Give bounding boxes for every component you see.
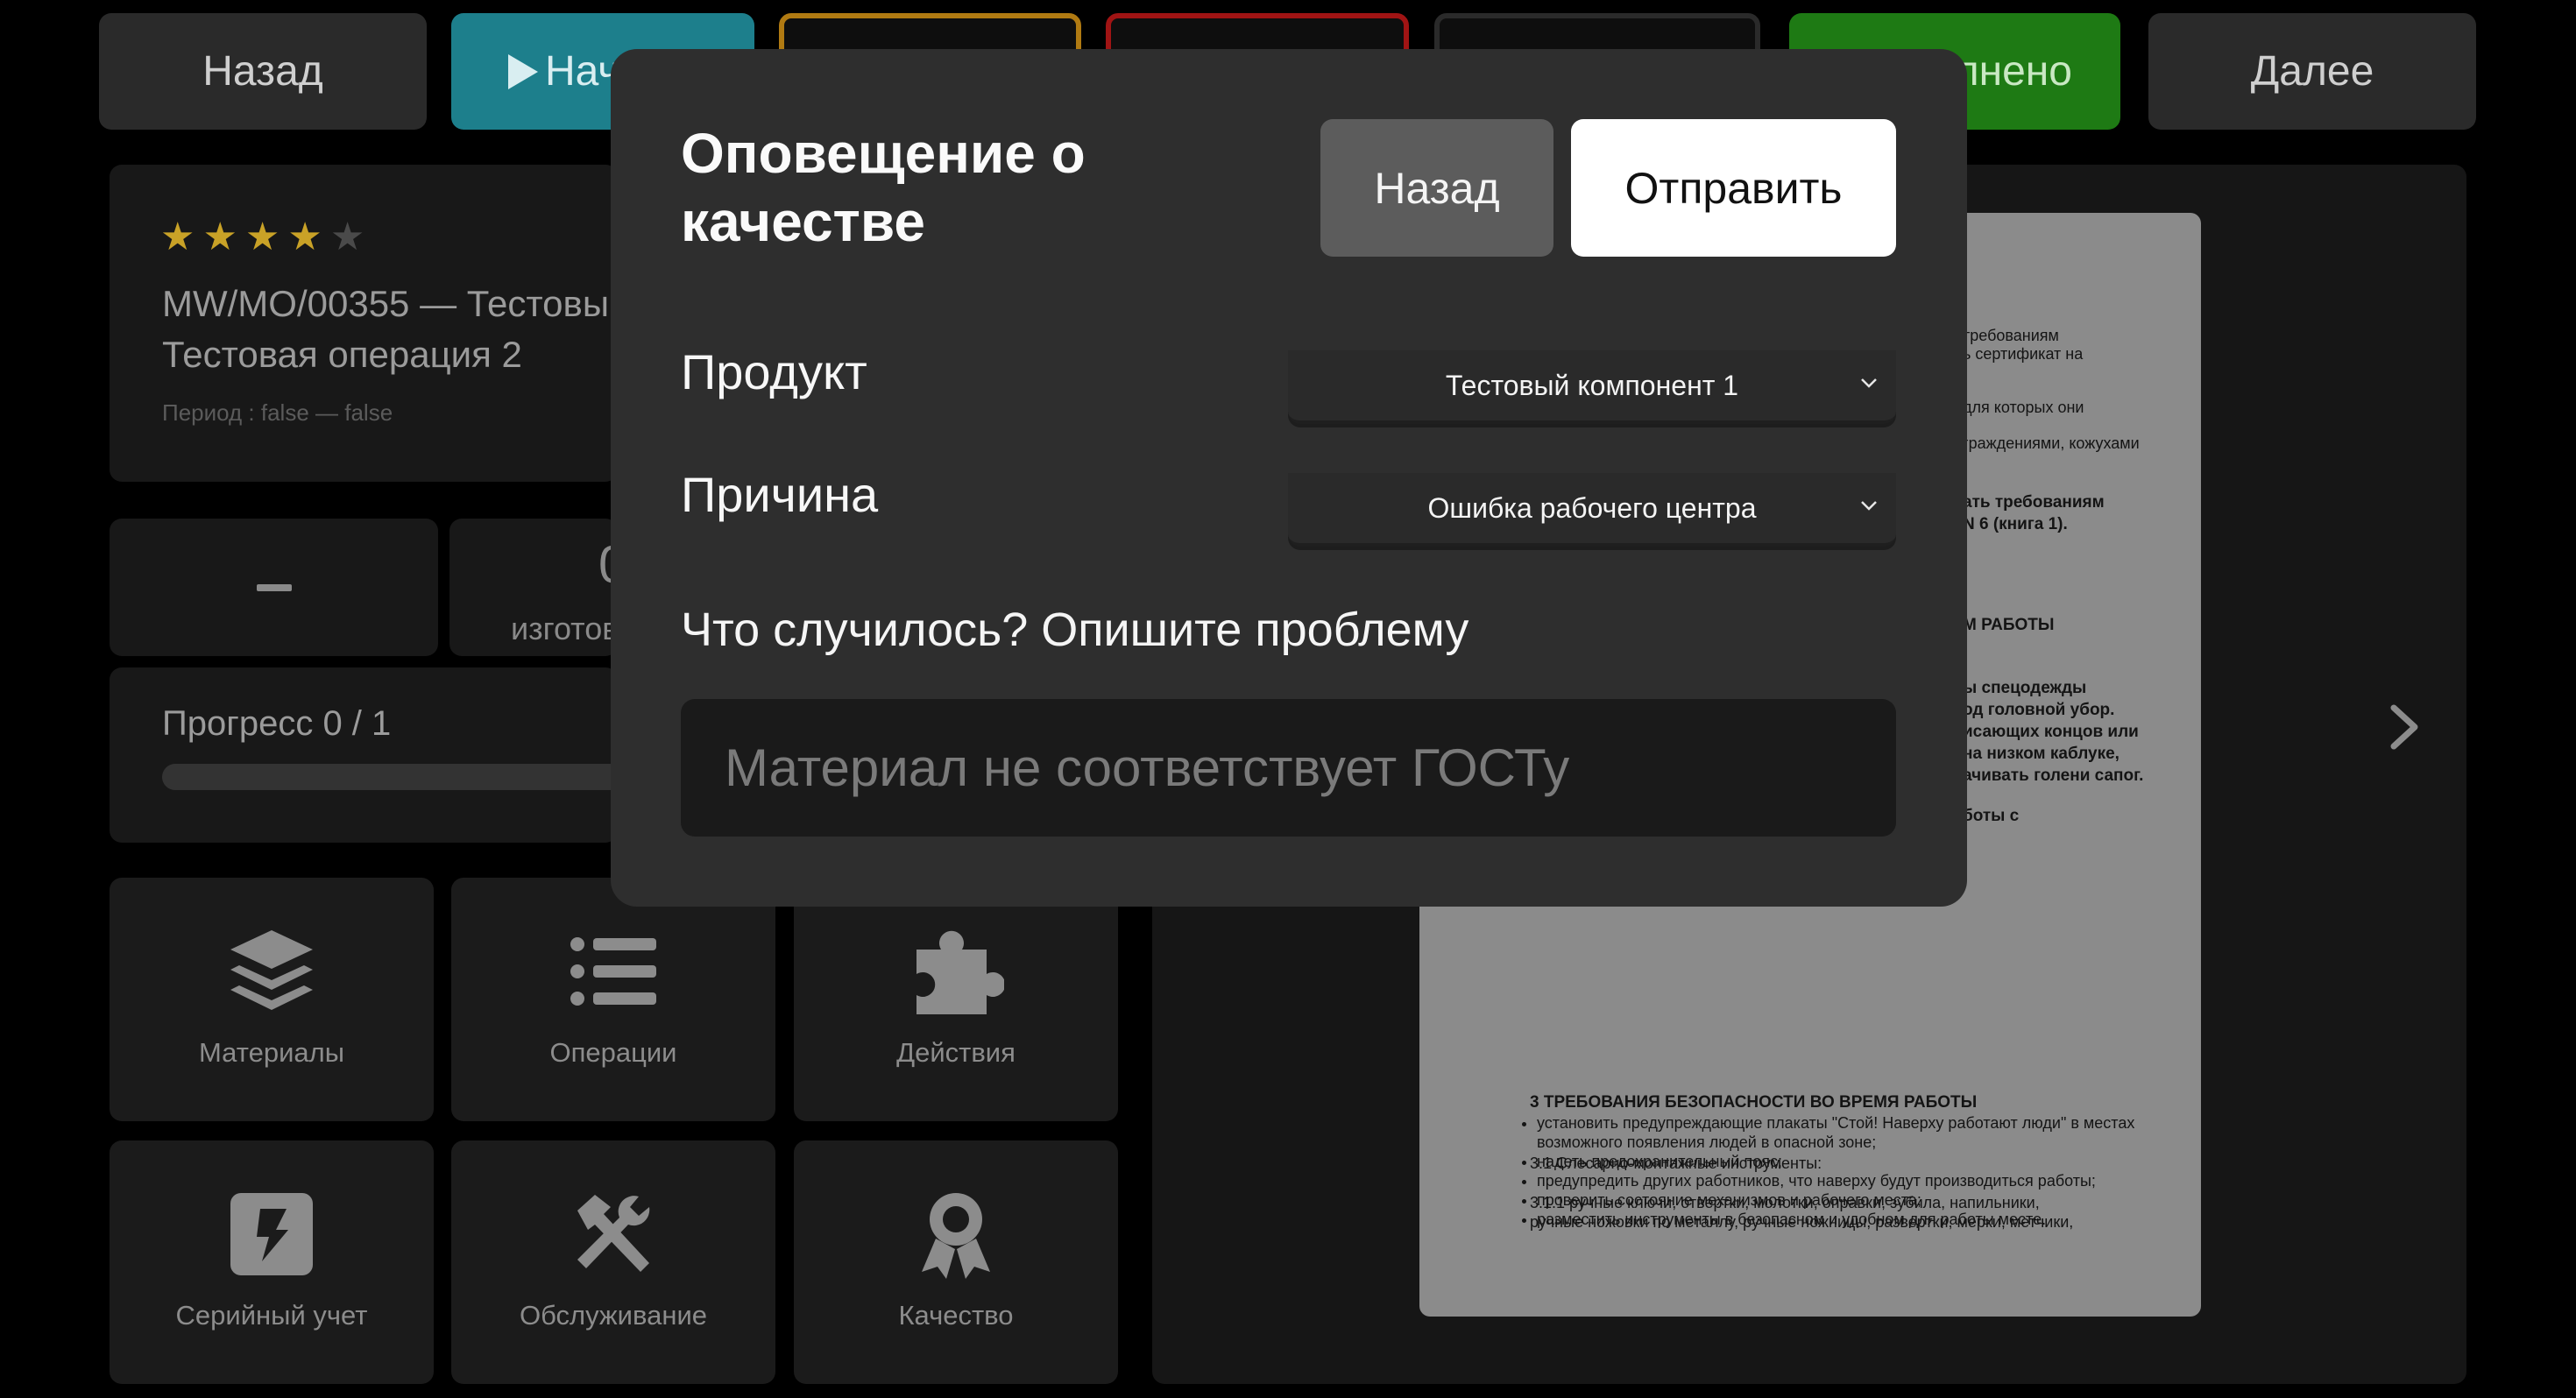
reason-select[interactable]: Ошибка рабочего центра: [1288, 473, 1896, 547]
tile-quality[interactable]: Качество: [794, 1140, 1118, 1384]
reason-label: Причина: [681, 467, 879, 522]
product-label: Продукт: [681, 344, 867, 399]
award-icon: [922, 1193, 990, 1279]
tile-materials[interactable]: Материалы: [110, 878, 434, 1121]
workorder-reference: MW/MO/00355 — Тестовы: [162, 283, 610, 324]
start-button-label: Нач: [545, 48, 620, 95]
doc-text-line: для которых они: [1963, 399, 2084, 416]
doc-text-line: боты с: [1963, 807, 2020, 825]
next-button-label: Далее: [2250, 48, 2374, 95]
done-button-label: лнено: [1954, 48, 2072, 95]
description-question: Что случилось? Опишите проблему: [681, 604, 1469, 656]
doc-text-line: на низком каблуке,: [1963, 745, 2120, 763]
dialog-title-line: Оповещение о: [681, 122, 1086, 185]
rating-stars: ★ ★ ★ ★ ★: [160, 215, 364, 259]
dialog-title: Оповещение о качестве: [681, 119, 1086, 256]
product-select-value: Тестовый компонент 1: [1445, 369, 1739, 401]
progress-bar: [162, 764, 653, 790]
reason-select-value: Ошибка рабочего центра: [1427, 491, 1757, 524]
progress-card: [110, 667, 618, 843]
doc-text-line: М РАБОТЫ: [1963, 616, 2055, 634]
description-placeholder: Материал не соответствует ГОСТу: [725, 738, 1570, 797]
doc-text-line: исающих концов или: [1963, 723, 2139, 741]
tile-operations[interactable]: Операции: [451, 878, 775, 1121]
tile-label: Материалы: [199, 1037, 344, 1068]
workorder-operation: Тестовая операция 2: [162, 334, 522, 375]
star-icon: ★: [202, 215, 237, 258]
doc-text-line: требованиям: [1963, 327, 2059, 344]
bolt-icon: [230, 1193, 313, 1275]
doc-text-line: ачивать голени сапог.: [1963, 766, 2144, 785]
tile-label: Действия: [896, 1037, 1016, 1068]
dialog-back-button[interactable]: Назад: [1320, 119, 1553, 257]
doc-text-line: ь сертификат на: [1963, 345, 2084, 363]
doc-paragraph-line: ручные ножовки по металлу, ручные ножниц…: [1530, 1213, 2074, 1231]
next-button[interactable]: Далее: [2148, 13, 2476, 130]
doc-list-item: установить предупреждающие плакаты "Стой…: [1537, 1113, 2150, 1152]
tools-icon: [577, 1195, 650, 1272]
doc-text-line: N 6 (книга 1).: [1963, 515, 2068, 533]
workorder-period: Период : false — false: [162, 399, 393, 426]
submit-button[interactable]: Отправить: [1571, 119, 1896, 257]
tile-actions[interactable]: Действия: [794, 878, 1118, 1121]
chevron-down-icon: [1861, 378, 1877, 388]
layers-icon: [230, 930, 313, 1010]
next-page-chevron-icon[interactable]: [2385, 701, 2424, 753]
dialog-title-line: качестве: [681, 190, 925, 253]
doc-text-line: ы спецодежды: [1963, 679, 2087, 697]
doc-subsection: 3.1 Слесарно-монтажные инструменты:: [1530, 1154, 1822, 1172]
tile-label: Серийный учет: [175, 1300, 368, 1331]
doc-paragraph-line: 3.1.1 ручные ключи, отвертки, молотки, о…: [1530, 1194, 2040, 1211]
back-button[interactable]: Назад: [99, 13, 427, 130]
puzzle-icon: [916, 930, 1004, 1014]
chevron-down-icon: [1861, 501, 1877, 511]
star-icon: ★: [244, 215, 280, 258]
list-icon: [570, 937, 656, 1006]
tile-label: Обслуживание: [519, 1300, 708, 1331]
tile-serial-tracking[interactable]: Серийный учет: [110, 1140, 434, 1384]
product-select[interactable]: Тестовый компонент 1: [1288, 350, 1896, 424]
star-empty-icon: ★: [329, 215, 365, 258]
doc-text-line: граждениями, кожухами: [1963, 434, 2140, 452]
doc-text-line: ать требованиям: [1963, 493, 2105, 512]
doc-text-line: од головной убор.: [1963, 701, 2115, 719]
quality-alert-dialog: Оповещение о качестве Назад Отправить Пр…: [611, 49, 1967, 907]
play-icon: [508, 53, 538, 89]
doc-list-item: предупредить других работников, что наве…: [1537, 1171, 2150, 1190]
star-icon: ★: [287, 215, 322, 258]
doc-section-heading: 3 ТРЕБОВАНИЯ БЕЗОПАСНОСТИ ВО ВРЕМЯ РАБОТ…: [1530, 1093, 1978, 1112]
back-button-label: Назад: [202, 48, 323, 95]
description-input[interactable]: Материал не соответствует ГОСТу: [681, 699, 1896, 837]
tile-label: Качество: [898, 1300, 1014, 1331]
tile-label: Операции: [549, 1037, 677, 1068]
workorder-title: MW/MO/00355 — Тестовы Тестовая операция …: [162, 279, 609, 380]
star-icon: ★: [160, 215, 195, 258]
progress-label: Прогресс 0 / 1: [162, 704, 392, 743]
tile-maintenance[interactable]: Обслуживание: [451, 1140, 775, 1384]
produced-label: изготов: [511, 611, 619, 646]
minus-icon: [257, 584, 292, 591]
